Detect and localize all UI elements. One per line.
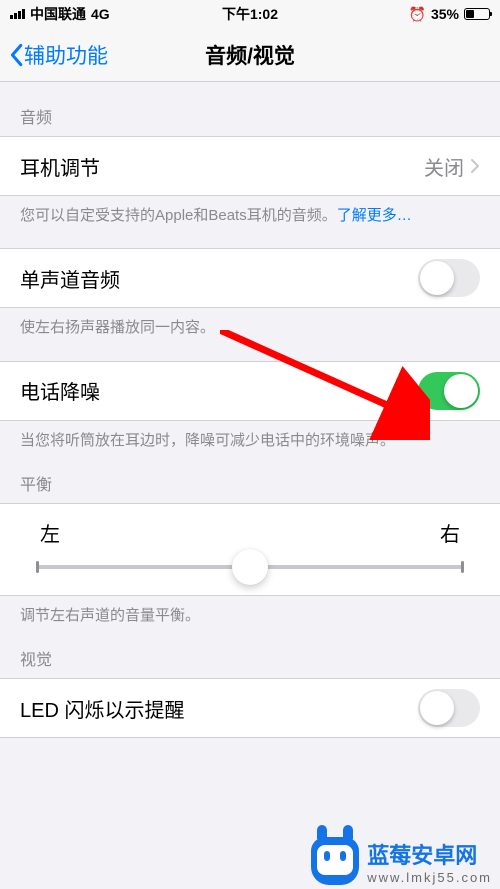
status-bar: 中国联通 4G 下午1:02 ⏰ 35% bbox=[0, 0, 500, 28]
signal-icon bbox=[10, 9, 25, 19]
mono-audio-cell: 单声道音频 bbox=[0, 249, 500, 307]
status-right: ⏰ 35% bbox=[409, 6, 490, 23]
phone-noise-label: 电话降噪 bbox=[20, 376, 100, 405]
back-label: 辅助功能 bbox=[24, 40, 108, 70]
battery-icon bbox=[464, 8, 490, 20]
chevron-right-icon bbox=[470, 158, 480, 174]
led-flash-cell: LED 闪烁以示提醒 bbox=[0, 679, 500, 737]
carrier-label: 中国联通 bbox=[30, 4, 86, 24]
visual-section-caption: 视觉 bbox=[0, 626, 500, 678]
headphone-adjust-value: 关闭 bbox=[424, 152, 480, 181]
learn-more-link[interactable]: 了解更多… bbox=[337, 207, 412, 224]
balance-slider-thumb[interactable] bbox=[232, 549, 268, 585]
noise-group: 电话降噪 bbox=[0, 361, 500, 421]
mascot-icon bbox=[311, 837, 359, 885]
balance-left-label: 左 bbox=[40, 518, 60, 547]
headphone-footer: 您可以自定受支持的Apple和Beats耳机的音频。了解更多… bbox=[0, 196, 500, 226]
back-button[interactable]: 辅助功能 bbox=[8, 28, 108, 81]
mono-audio-label: 单声道音频 bbox=[20, 264, 120, 293]
headphone-adjust-cell[interactable]: 耳机调节 关闭 bbox=[0, 137, 500, 195]
battery-pct: 35% bbox=[431, 6, 459, 22]
led-group: LED 闪烁以示提醒 bbox=[0, 678, 500, 738]
led-flash-label: LED 闪烁以示提醒 bbox=[20, 694, 184, 723]
watermark: 蓝莓安卓网 www.lmkj55.com bbox=[311, 837, 492, 885]
audio-section-caption: 音频 bbox=[0, 82, 500, 136]
nav-bar: 辅助功能 音频/视觉 bbox=[0, 28, 500, 82]
headphone-adjust-label: 耳机调节 bbox=[20, 152, 100, 181]
watermark-url: www.lmkj55.com bbox=[367, 870, 492, 885]
led-flash-toggle[interactable] bbox=[418, 689, 480, 727]
balance-ends: 左 右 bbox=[36, 518, 464, 547]
mono-audio-toggle[interactable] bbox=[418, 259, 480, 297]
page-title: 音频/视觉 bbox=[205, 40, 295, 70]
watermark-title: 蓝莓安卓网 bbox=[367, 843, 477, 868]
balance-slider[interactable] bbox=[36, 565, 464, 569]
balance-footer: 调节左右声道的音量平衡。 bbox=[0, 596, 500, 626]
chevron-left-icon bbox=[8, 43, 24, 67]
headphone-adjust-group: 耳机调节 关闭 bbox=[0, 136, 500, 196]
phone-noise-toggle[interactable] bbox=[418, 372, 480, 410]
mono-group: 单声道音频 bbox=[0, 248, 500, 308]
balance-right-label: 右 bbox=[440, 518, 460, 547]
phone-noise-cell: 电话降噪 bbox=[0, 362, 500, 420]
noise-footer: 当您将听筒放在耳边时，降噪可减少电话中的环境噪声。 bbox=[0, 421, 500, 451]
alarm-icon: ⏰ bbox=[409, 6, 426, 23]
balance-slider-row: 左 右 bbox=[0, 503, 500, 596]
balance-caption: 平衡 bbox=[0, 451, 500, 503]
status-time: 下午1:02 bbox=[222, 4, 278, 24]
network-label: 4G bbox=[91, 6, 110, 22]
mono-footer: 使左右扬声器播放同一内容。 bbox=[0, 308, 500, 338]
status-left: 中国联通 4G bbox=[10, 4, 110, 24]
